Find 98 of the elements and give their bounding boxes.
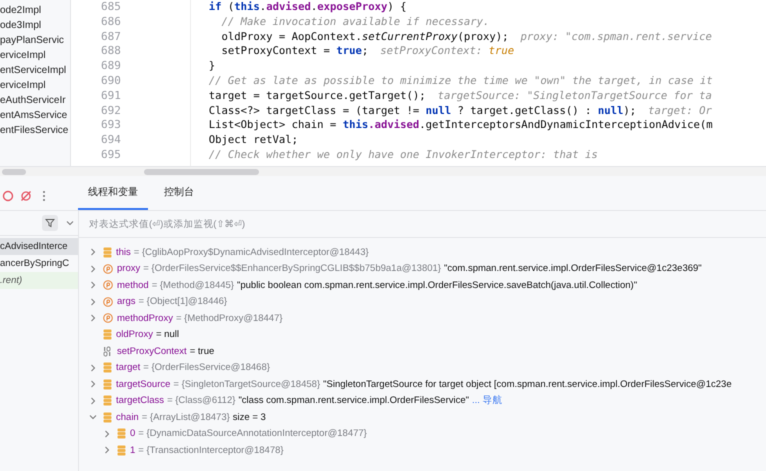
code-line: setProxyContext = true; setProxyContext: true bbox=[220, 44, 516, 60]
filter-button[interactable] bbox=[42, 215, 58, 231]
variable-value: "com.spman.rent.service.impl.OrderFilesService@1c23e369" bbox=[444, 263, 702, 274]
scrollbar-thumb[interactable] bbox=[144, 168, 259, 174]
binary-icon bbox=[103, 346, 113, 357]
variable-name: chain bbox=[116, 412, 139, 423]
code-line: List<Object> chain = this.advised.getInterceptorsAndDynamicInterceptionAdvice(m bbox=[208, 118, 714, 134]
variable-name: 1 bbox=[130, 444, 136, 456]
chevron-icon[interactable] bbox=[103, 446, 111, 454]
line-number: 689 bbox=[101, 59, 121, 74]
breakpoint-icon[interactable] bbox=[2, 190, 14, 202]
object-reference: = {DynamicDataSourceAnnotationInterceptor@18477} bbox=[138, 428, 367, 440]
line-number: 695 bbox=[101, 148, 121, 163]
field-icon bbox=[103, 329, 112, 340]
line-number: 685 bbox=[101, 0, 121, 15]
variable-value: = true bbox=[190, 346, 214, 357]
code-line: target = targetSource.getTarget(); targetSource: "SingletonTargetSource for ta bbox=[208, 88, 713, 104]
field-icon bbox=[103, 378, 112, 390]
line-number: 691 bbox=[101, 88, 121, 104]
field-icon bbox=[103, 412, 112, 423]
field-icon bbox=[103, 246, 112, 258]
parameter-icon bbox=[103, 264, 113, 274]
code-line: // Check whether we only have one InvokerInterceptor: that is bbox=[208, 148, 599, 163]
parameter-icon bbox=[103, 313, 113, 324]
object-reference: = {Class@6112} bbox=[167, 395, 236, 406]
line-number: 694 bbox=[101, 133, 121, 148]
object-reference: = {Method@18445} bbox=[152, 280, 234, 291]
variable-name: method bbox=[117, 280, 149, 291]
chevron-down-icon[interactable] bbox=[66, 219, 74, 227]
chevron-icon[interactable] bbox=[89, 364, 97, 372]
variable-value: "public boolean com.spman.rent.service.impl.OrderFilesService.saveBatch(java.util.Collection)" bbox=[236, 280, 638, 291]
chevron-icon[interactable] bbox=[89, 396, 97, 405]
object-reference: = {TransactionInterceptor@18478} bbox=[138, 444, 284, 456]
chevron-icon[interactable] bbox=[89, 248, 97, 256]
stack-frame[interactable]: .rent) bbox=[0, 272, 78, 289]
file-item[interactable]: payPlanServic bbox=[0, 33, 70, 48]
variable-value: "SingletonTargetSource for target object [com.spman.rent.service.impl.OrderFilesService@1c23e bbox=[323, 378, 732, 390]
chevron-icon[interactable] bbox=[89, 281, 97, 290]
debugger-tab[interactable]: 控制台 bbox=[154, 182, 204, 210]
code-line: if (this.advised.exposeProxy) { bbox=[208, 0, 408, 15]
field-icon bbox=[117, 428, 126, 440]
navigate-link[interactable]: ... 导航 bbox=[472, 394, 503, 408]
variable-name: target bbox=[116, 362, 140, 374]
stack-frame[interactable]: ancerBySpringC bbox=[0, 255, 78, 272]
object-reference: = {ArrayList@18473} bbox=[142, 412, 230, 423]
mute-breakpoints-icon[interactable] bbox=[20, 190, 32, 202]
chevron-icon[interactable] bbox=[103, 430, 111, 438]
variable-name: args bbox=[117, 296, 136, 308]
code-line: oldProxy = AopContext.setCurrentProxy(proxy); proxy: "com.spman.rent.service bbox=[220, 30, 713, 44]
variable-value: "class com.spman.rent.service.impl.OrderFilesService" bbox=[238, 395, 470, 406]
chevron-icon[interactable] bbox=[89, 264, 97, 273]
variable-name: proxy bbox=[117, 263, 140, 274]
file-item[interactable]: ode3Impl bbox=[0, 18, 70, 33]
code-line: // Make invocation available if necessary. bbox=[220, 14, 490, 30]
field-icon bbox=[103, 362, 112, 374]
variable-value: = null bbox=[156, 329, 179, 340]
field-icon bbox=[117, 444, 126, 456]
chevron-icon[interactable] bbox=[89, 380, 97, 388]
variable-name: methodProxy bbox=[117, 312, 173, 324]
chevron-icon[interactable] bbox=[89, 314, 97, 322]
stack-frame[interactable]: cAdvisedInterce bbox=[0, 238, 78, 255]
variable-name: oldProxy bbox=[116, 329, 153, 340]
filter-icon bbox=[45, 218, 55, 228]
file-item[interactable]: entServiceImpl bbox=[0, 63, 70, 78]
object-reference: = {OrderFilesService@18468} bbox=[143, 362, 270, 374]
code-line: } bbox=[208, 59, 216, 74]
variable-name: this bbox=[116, 246, 131, 258]
parameter-icon bbox=[103, 296, 113, 307]
file-item[interactable]: erviceImpl bbox=[0, 48, 70, 63]
line-number: 687 bbox=[101, 30, 121, 44]
code-line: Class<?> targetClass = (target != null ? target.getClass() : null); target: Or bbox=[208, 104, 713, 118]
variable-name: targetSource bbox=[116, 378, 170, 390]
line-number: 692 bbox=[101, 104, 121, 118]
object-reference: = {CglibAopProxy$DynamicAdvisedInterceptor@18443} bbox=[134, 246, 369, 258]
object-reference: = {Object[1]@18446} bbox=[138, 296, 228, 308]
variable-name: targetClass bbox=[116, 395, 164, 406]
field-icon bbox=[103, 395, 112, 406]
object-reference: = {SingletonTargetSource@18458} bbox=[173, 378, 320, 390]
line-number: 688 bbox=[101, 44, 121, 60]
chevron-icon[interactable] bbox=[89, 298, 97, 306]
file-item[interactable]: entAmsService bbox=[0, 108, 70, 123]
file-item[interactable]: entFilesService bbox=[0, 123, 70, 138]
file-item[interactable]: eAuthServiceIr bbox=[0, 93, 70, 108]
variable-name: setProxyContext bbox=[117, 346, 187, 357]
code-line: Object retVal; bbox=[208, 133, 300, 148]
object-reference: = {OrderFilesService$$EnhancerBySpringCGLIB$$b75b9a1a@13801} bbox=[143, 263, 441, 274]
file-item[interactable]: erviceImpl bbox=[0, 78, 70, 93]
line-number: 686 bbox=[101, 14, 121, 30]
file-item[interactable]: ode2Impl bbox=[0, 3, 70, 18]
scrollbar-thumb[interactable] bbox=[2, 168, 26, 174]
parameter-icon bbox=[103, 280, 113, 290]
line-number: 690 bbox=[101, 74, 121, 89]
variable-value: size = 3 bbox=[232, 412, 266, 423]
code-line: // Get as late as possible to minimize the time we "own" the target, in case it bbox=[208, 74, 714, 89]
line-number: 693 bbox=[101, 118, 121, 134]
variable-name: 0 bbox=[130, 428, 136, 440]
object-reference: = {MethodProxy@18447} bbox=[176, 312, 283, 324]
chevron-icon[interactable] bbox=[89, 413, 97, 422]
